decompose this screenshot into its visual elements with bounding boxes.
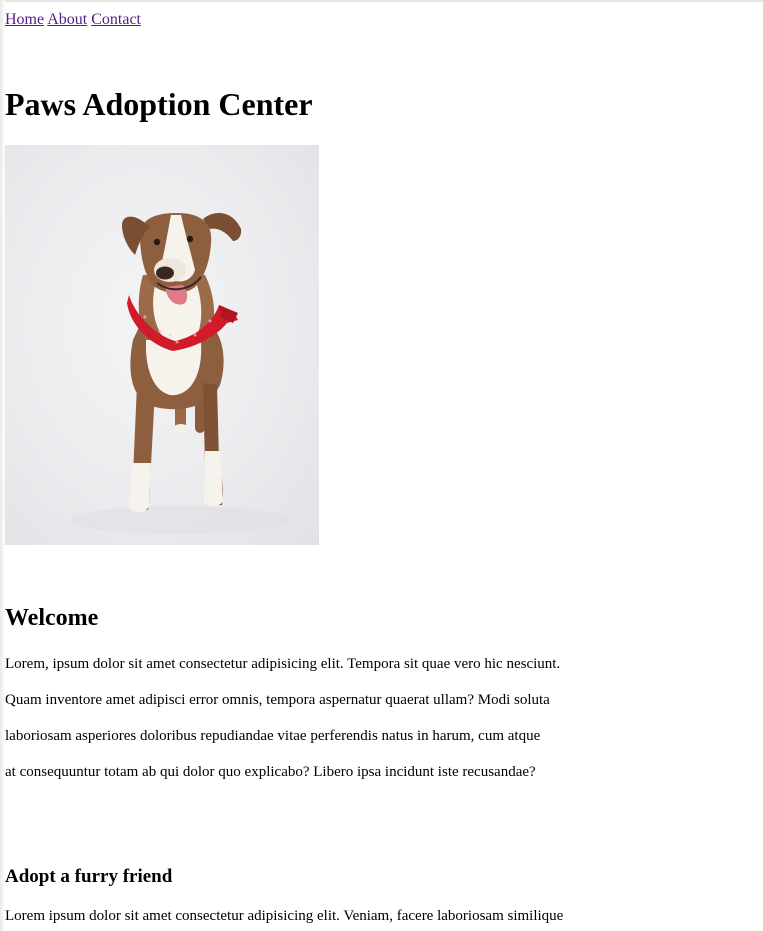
nav-link-home[interactable]: Home	[5, 11, 44, 28]
adopt-heading: Adopt a furry friend	[5, 866, 173, 887]
page-title: Paws Adoption Center	[5, 86, 313, 122]
nav-link-contact[interactable]: Contact	[91, 11, 141, 28]
dog-photo	[5, 145, 319, 545]
welcome-line: Quam inventore amet adipisci error omnis…	[5, 692, 550, 708]
top-border	[0, 0, 763, 2]
welcome-line: laboriosam asperiores doloribus repudian…	[5, 728, 541, 744]
welcome-line: at consequuntur totam ab qui dolor quo e…	[5, 764, 536, 780]
adopt-paragraph: Lorem ipsum dolor sit amet consectetur a…	[5, 908, 564, 924]
welcome-heading: Welcome	[5, 605, 99, 631]
welcome-paragraph: Lorem, ipsum dolor sit amet consectetur …	[5, 646, 615, 790]
nav-link-about[interactable]: About	[47, 11, 87, 28]
welcome-line: Lorem, ipsum dolor sit amet consectetur …	[5, 656, 561, 672]
main-nav: Home About Contact	[5, 9, 141, 31]
